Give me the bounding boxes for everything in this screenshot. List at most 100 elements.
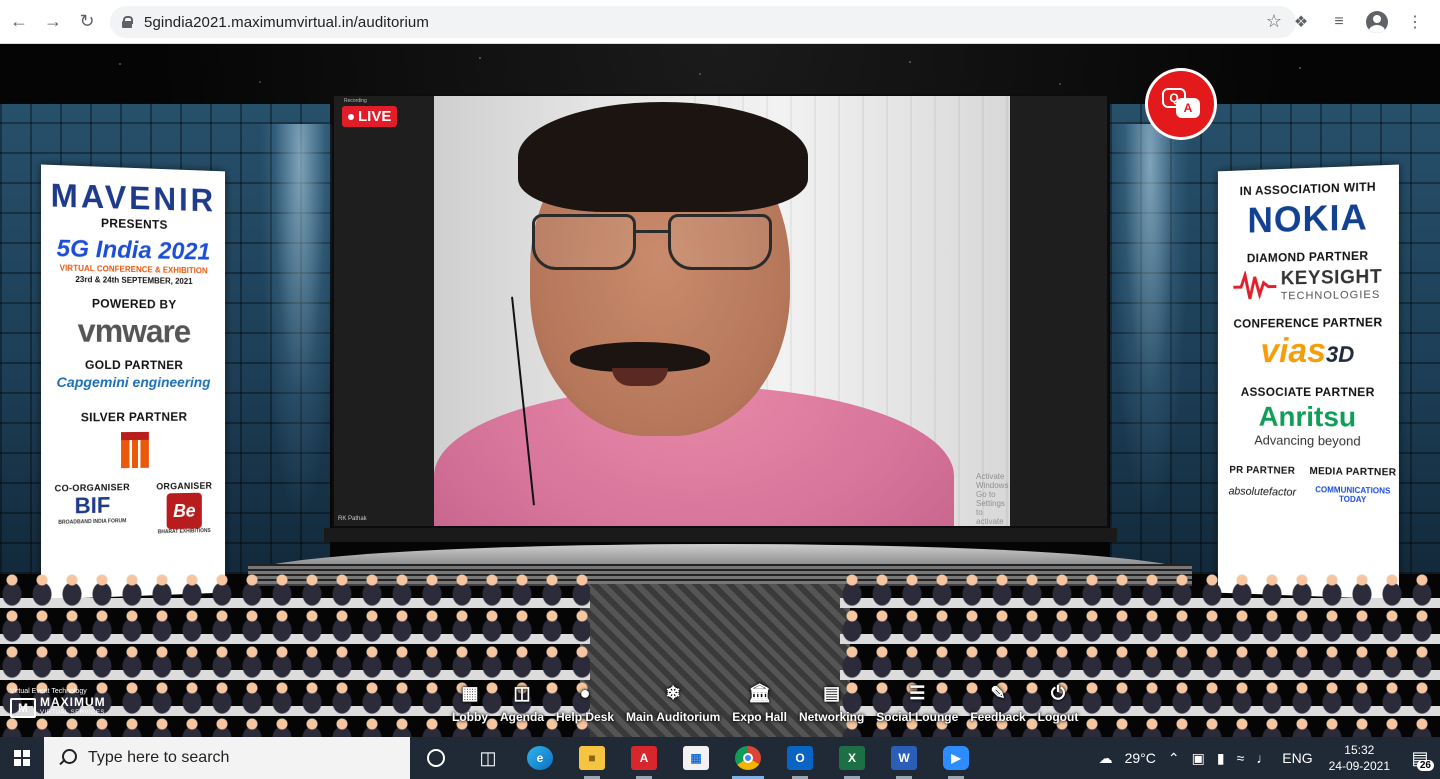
anritsu-logo: Anritsu (1218, 401, 1399, 434)
nav-agenda[interactable]: ◫ Agenda (494, 682, 550, 724)
activate-windows-watermark: Activate Windows Go to Settings to activ… (976, 472, 1010, 526)
nav-networking[interactable]: ▤ Networking (793, 682, 870, 724)
search-placeholder: Type here to search (88, 749, 229, 767)
taskbar-edge[interactable]: e (514, 737, 566, 779)
start-button[interactable] (0, 737, 44, 779)
profile-avatar[interactable] (1360, 5, 1394, 39)
address-bar[interactable]: 5gindia2021.maximumvirtual.in/auditorium… (110, 6, 1296, 38)
notification-count: 26 (1417, 760, 1434, 771)
nav-label: Social Lounge (876, 710, 958, 724)
taskbar-excel[interactable]: X (826, 737, 878, 779)
nav-label: Expo Hall (732, 710, 787, 724)
bif-logo: BIF (55, 492, 130, 520)
extensions-icon[interactable]: ❖ (1284, 5, 1318, 39)
gold-partner-label: GOLD PARTNER (41, 358, 225, 373)
edge-icon: e (527, 746, 553, 770)
nav-feedback[interactable]: ✎ Feedback (964, 682, 1031, 724)
pr-partner-label: PR PARTNER (1218, 465, 1307, 477)
left-sponsor-banner: MAVENIR PRESENTS 5G India 2021 VIRTUAL C… (41, 164, 225, 599)
volume-icon[interactable]: ♩ (1256, 750, 1270, 766)
nav-social-lounge[interactable]: ☰ Social Lounge (870, 682, 964, 724)
screen-base (324, 528, 1117, 542)
forward-icon[interactable]: → (36, 5, 70, 39)
keysight-name: KEYSIGHT (1281, 266, 1382, 290)
taskbar-acrobat[interactable]: A (618, 737, 670, 779)
zoom-icon: ▶ (943, 746, 969, 770)
speaker-glasses (532, 214, 772, 274)
taskbar-zoom[interactable]: ▶ (930, 737, 982, 779)
taskbar-store[interactable]: ▦ (670, 737, 722, 779)
nav-label: Logout (1038, 710, 1079, 724)
event-date: 23rd & 24th SEPTEMBER, 2021 (41, 274, 225, 286)
communications-today-logo: COMMUNICATIONS TODAY (1307, 485, 1399, 505)
nav-expo-hall[interactable]: 🏛 Expo Hall (726, 682, 793, 724)
taskbar-outlook[interactable]: O (774, 737, 826, 779)
powered-by-label: POWERED BY (41, 296, 225, 313)
back-icon[interactable]: ← (2, 5, 36, 39)
maximum-virtual-brand: Virtual Event Technology M MAXIMUM VIRTUA… (10, 688, 106, 719)
vias-text: vias (1260, 332, 1326, 370)
building-icon: 🏛 (749, 682, 771, 704)
task-view-button[interactable]: ◫ (462, 737, 514, 779)
silver-partner-label: SILVER PARTNER (41, 410, 225, 425)
nav-label: Help Desk (556, 710, 614, 724)
event-logo: 5G India 2021 (41, 235, 225, 267)
grid-icon: ▦ (459, 682, 481, 704)
vmware-logo: vmware (41, 312, 225, 351)
battery-icon[interactable]: ▮ (1217, 750, 1225, 767)
language-indicator[interactable]: ENG (1282, 750, 1312, 766)
reading-list-icon[interactable]: ≡ (1322, 5, 1356, 39)
speaker-video[interactable]: Activate Windows Go to Settings to activ… (434, 96, 1010, 526)
taskbar-chrome[interactable] (722, 737, 774, 779)
notification-center[interactable]: ▤ 26 (1400, 737, 1440, 779)
lock-icon (122, 16, 132, 28)
auditorium-screen[interactable]: Recording LIVE Activate Windows Go to Se… (332, 94, 1109, 528)
clock-time: 15:32 (1329, 742, 1390, 758)
temperature[interactable]: 29°C (1125, 750, 1156, 766)
taskbar-search-box[interactable]: Type here to search (44, 737, 410, 779)
reload-icon[interactable]: ↻ (70, 5, 104, 39)
device-icon[interactable]: ▣ (1192, 750, 1205, 767)
clock[interactable]: 15:32 24-09-2021 (1329, 742, 1390, 774)
absolutefactor-logo: absolutefactor (1218, 485, 1307, 499)
bookmark-star-icon[interactable]: ☆ (1266, 11, 1282, 32)
bif-subtitle: BROADBAND INDIA FORUM (55, 518, 130, 526)
auditorium-scene: MAVENIR PRESENTS 5G India 2021 VIRTUAL C… (0, 44, 1440, 737)
menu-kebab-icon[interactable]: ⋮ (1398, 5, 1432, 39)
speaker-name: RK Pathak (338, 516, 367, 522)
recording-indicator: Recording (344, 98, 367, 104)
word-icon: W (891, 746, 917, 770)
weather-cloud-icon[interactable]: ☁ (1099, 750, 1113, 767)
cortana-button[interactable] (410, 737, 462, 779)
url-text[interactable]: 5gindia2021.maximumvirtual.in/auditorium (144, 14, 429, 31)
live-dot-icon (348, 114, 354, 120)
nav-label: Networking (799, 710, 864, 724)
chrome-icon (735, 746, 761, 770)
anritsu-tagline: Advancing beyond (1218, 432, 1399, 449)
diamond-partner-label: DIAMOND PARTNER (1218, 248, 1399, 266)
power-icon: ⏻ (1047, 682, 1069, 704)
taskbar-file-explorer[interactable]: ■ (566, 737, 618, 779)
edit-icon: ✎ (987, 682, 1009, 704)
taskbar-word[interactable]: W (878, 737, 930, 779)
nav-lobby[interactable]: ▦ Lobby (446, 682, 494, 724)
nav-help-desk[interactable]: ● Help Desk (550, 682, 620, 724)
brand-name: MAXIMUM (40, 695, 106, 709)
folder-icon: ■ (579, 746, 605, 770)
wifi-icon[interactable]: ≈ (1237, 750, 1245, 766)
nav-main-auditorium[interactable]: ❄ Main Auditorium (620, 682, 726, 724)
excel-icon: X (839, 746, 865, 770)
organiser-label: ORGANISER (156, 481, 212, 492)
vias-3d-text: 3D (1326, 342, 1354, 367)
database-icon: ☰ (906, 682, 928, 704)
chat-icon: ● (574, 682, 596, 704)
window-icon: ▤ (821, 682, 843, 704)
capgemini-logo: Capgemini engineering (41, 374, 225, 390)
nav-logout[interactable]: ⏻ Logout (1032, 682, 1085, 724)
speaker-hair (518, 102, 808, 212)
chevron-up-icon[interactable]: ⌃ (1168, 750, 1180, 767)
keysight-sub: TECHNOLOGIES (1281, 289, 1382, 303)
bharat-exhibitions-logo: Be (167, 493, 202, 529)
watermark-line2: Go to Settings to activate Windows. (976, 490, 1010, 526)
qa-button[interactable]: Q A (1145, 68, 1217, 140)
